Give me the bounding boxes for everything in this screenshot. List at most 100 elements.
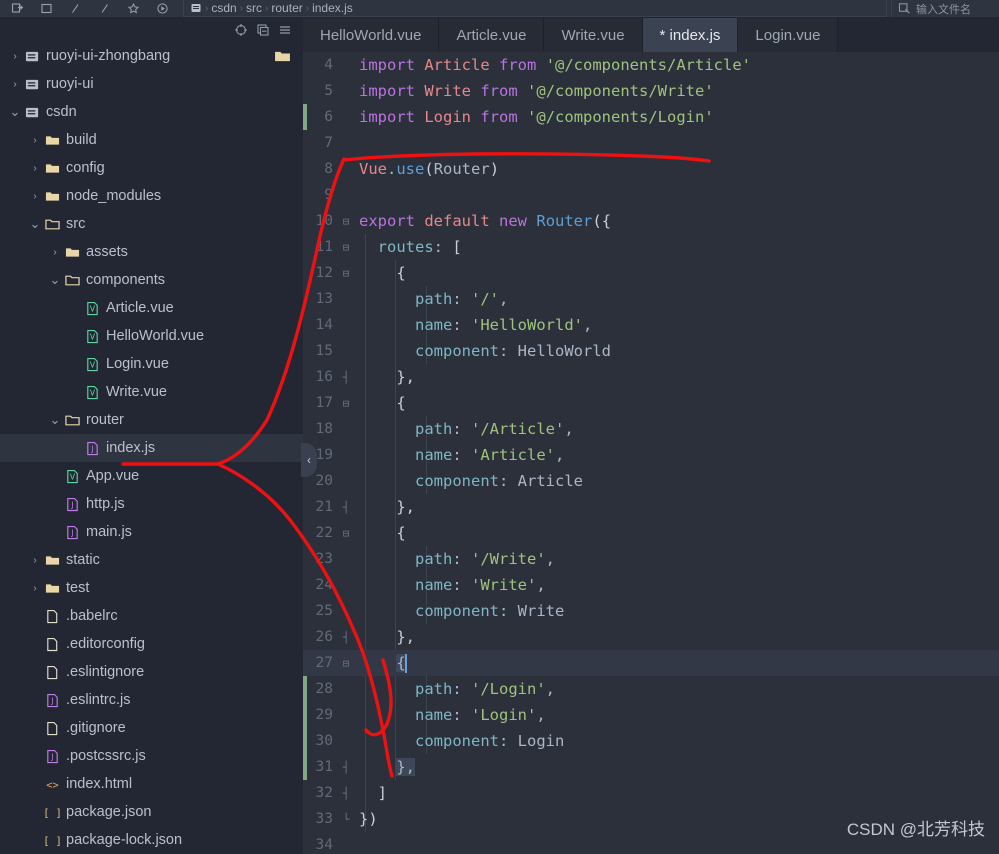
code-line-31[interactable]: 31 ┤ },	[303, 754, 999, 780]
code-line-25[interactable]: 25 component: Write	[303, 598, 999, 624]
code-line-18[interactable]: 18 path: '/Article',	[303, 416, 999, 442]
tree-item--eslintrc-js[interactable]: J .eslintrc.js	[0, 686, 303, 714]
tree-item-package-lock-json[interactable]: [ ] package-lock.json	[0, 826, 303, 854]
tree-item-index-js[interactable]: Jindex.js	[0, 434, 303, 462]
tree-item-helloworld-vue[interactable]: V HelloWorld.vue	[0, 322, 303, 350]
code-line-20[interactable]: 20 component: Article	[303, 468, 999, 494]
backslash-icon[interactable]	[62, 0, 88, 17]
tree-item-test[interactable]: › test	[0, 574, 303, 602]
editor-tab-helloworld-vue[interactable]: HelloWorld.vue	[303, 18, 440, 52]
chevron-right-icon[interactable]: ›	[28, 163, 42, 174]
code-line-13[interactable]: 13 path: '/',	[303, 286, 999, 312]
tree-item--postcssrc-js[interactable]: J .postcssrc.js	[0, 742, 303, 770]
fold-collapse-icon[interactable]: ⊟	[339, 241, 353, 254]
chevron-right-icon[interactable]: ›	[28, 135, 42, 146]
chevron-down-icon[interactable]: ⌄	[8, 105, 22, 118]
editor-tab-write-vue[interactable]: Write.vue	[544, 18, 643, 52]
editor-tab-bar[interactable]: HelloWorld.vue Article.vue Write.vue * inde…	[303, 18, 999, 52]
code-line-19[interactable]: 19 name: 'Article',	[303, 442, 999, 468]
star-icon[interactable]	[120, 0, 146, 17]
code-line-9[interactable]: 9	[303, 182, 999, 208]
code-line-21[interactable]: 21 ┤ },	[303, 494, 999, 520]
tree-item-ruoyi-ui[interactable]: › ruoyi-ui	[0, 70, 303, 98]
code-line-30[interactable]: 30 component: Login	[303, 728, 999, 754]
chevron-down-icon[interactable]: ⌄	[48, 273, 62, 286]
breadcrumb[interactable]: › csdn › src › router › index.js	[183, 0, 887, 17]
search-input[interactable]: 输入文件名	[916, 1, 971, 17]
fold-collapse-icon[interactable]: ⊟	[339, 657, 353, 670]
editor-tab-article-vue[interactable]: Article.vue	[439, 18, 545, 52]
tree-item-static[interactable]: › static	[0, 546, 303, 574]
code-line-10[interactable]: 10 ⊟ export default new Router({	[303, 208, 999, 234]
code-line-14[interactable]: 14 name: 'HelloWorld',	[303, 312, 999, 338]
chevron-right-icon[interactable]: ›	[48, 247, 62, 258]
code-line-29[interactable]: 29 name: 'Login',	[303, 702, 999, 728]
slash-icon[interactable]	[91, 0, 117, 17]
chevron-right-icon[interactable]: ›	[8, 51, 22, 62]
code-line-7[interactable]: 7	[303, 130, 999, 156]
code-line-27[interactable]: 27 ⊟ {	[303, 650, 999, 676]
locate-target-icon[interactable]	[231, 20, 251, 40]
chevron-right-icon[interactable]: ›	[28, 555, 42, 566]
code-line-24[interactable]: 24 name: 'Write',	[303, 572, 999, 598]
tree-item-src[interactable]: ⌄ src	[0, 210, 303, 238]
breadcrumb-item-src[interactable]: src	[246, 1, 262, 15]
tree-item-csdn[interactable]: ⌄ csdn	[0, 98, 303, 126]
code-line-17[interactable]: 17 ⊟ {	[303, 390, 999, 416]
editor-tab-login-vue[interactable]: Login.vue	[738, 18, 839, 52]
tree-item-ruoyi-ui-zhongbang[interactable]: › ruoyi-ui-zhongbang	[0, 42, 303, 70]
code-line-11[interactable]: 11 ⊟ routes: [	[303, 234, 999, 260]
tree-item-package-json[interactable]: [ ] package.json	[0, 798, 303, 826]
tree-item-app-vue[interactable]: V App.vue	[0, 462, 303, 490]
chevron-down-icon[interactable]: ⌄	[48, 413, 62, 426]
code-line-16[interactable]: 16 ┤ },	[303, 364, 999, 390]
tree-item-login-vue[interactable]: V Login.vue	[0, 350, 303, 378]
tree-item-main-js[interactable]: Jmain.js	[0, 518, 303, 546]
tree-item-write-vue[interactable]: V Write.vue	[0, 378, 303, 406]
tree-item-router[interactable]: ⌄ router	[0, 406, 303, 434]
fold-collapse-icon[interactable]: ⊟	[339, 267, 353, 280]
add-frame-icon[interactable]	[4, 0, 30, 17]
code-line-6[interactable]: 6 import Login from '@/components/Login'	[303, 104, 999, 130]
tree-item-build[interactable]: › build	[0, 126, 303, 154]
tree-item-node-modules[interactable]: › node_modules	[0, 182, 303, 210]
code-content[interactable]: 4 import Article from '@/components/Artic…	[303, 52, 999, 854]
tree-item-http-js[interactable]: Jhttp.js	[0, 490, 303, 518]
code-line-26[interactable]: 26 ┤ },	[303, 624, 999, 650]
code-line-23[interactable]: 23 path: '/Write',	[303, 546, 999, 572]
code-line-15[interactable]: 15 component: HelloWorld	[303, 338, 999, 364]
tree-item--babelrc[interactable]: .babelrc	[0, 602, 303, 630]
tree-item-assets[interactable]: › assets	[0, 238, 303, 266]
code-editor[interactable]: 4 import Article from '@/components/Artic…	[303, 52, 999, 854]
tree-item-article-vue[interactable]: V Article.vue	[0, 294, 303, 322]
tree-item--gitignore[interactable]: .gitignore	[0, 714, 303, 742]
breadcrumb-item-csdn[interactable]: csdn	[211, 1, 236, 15]
editor-tab-index-js[interactable]: * index.js	[642, 18, 739, 52]
chevron-right-icon[interactable]: ›	[8, 79, 22, 90]
chevron-right-icon[interactable]: ›	[28, 191, 42, 202]
code-line-22[interactable]: 22 ⊟ {	[303, 520, 999, 546]
breadcrumb-item-router[interactable]: router	[271, 1, 302, 15]
tree-item-components[interactable]: ⌄ components	[0, 266, 303, 294]
fold-collapse-icon[interactable]: ⊟	[339, 215, 353, 228]
search-everywhere-box[interactable]: 输入文件名	[891, 0, 999, 17]
tree-item--eslintignore[interactable]: .eslintignore	[0, 658, 303, 686]
run-icon[interactable]	[149, 0, 175, 17]
code-line-8[interactable]: 8 Vue.use(Router)	[303, 156, 999, 182]
project-file-tree[interactable]: › ruoyi-ui-zhongbang › ruoyi-ui ⌄ csdn › build ›…	[0, 42, 303, 854]
options-menu-icon[interactable]	[275, 20, 295, 40]
collapse-all-icon[interactable]	[253, 20, 273, 40]
tree-item--editorconfig[interactable]: .editorconfig	[0, 630, 303, 658]
code-line-5[interactable]: 5 import Write from '@/components/Write'	[303, 78, 999, 104]
window-icon[interactable]	[33, 0, 59, 17]
code-line-32[interactable]: 32 ┤ ]	[303, 780, 999, 806]
tree-item-config[interactable]: › config	[0, 154, 303, 182]
tree-item-index-html[interactable]: <> index.html	[0, 770, 303, 798]
fold-collapse-icon[interactable]: ⊟	[339, 397, 353, 410]
code-line-28[interactable]: 28 path: '/Login',	[303, 676, 999, 702]
chevron-right-icon[interactable]: ›	[28, 583, 42, 594]
chevron-down-icon[interactable]: ⌄	[28, 217, 42, 230]
fold-collapse-icon[interactable]: ⊟	[339, 527, 353, 540]
breadcrumb-item-indexjs[interactable]: index.js	[312, 1, 353, 15]
code-line-12[interactable]: 12 ⊟ {	[303, 260, 999, 286]
